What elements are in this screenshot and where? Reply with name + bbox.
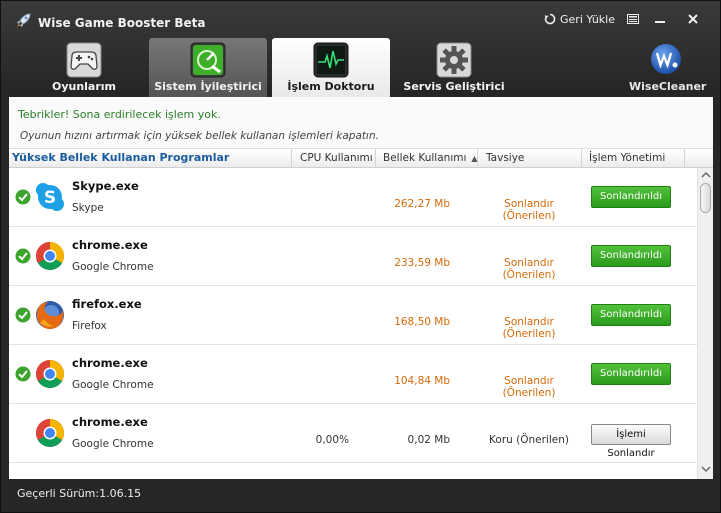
gamepad-icon [66,42,102,78]
svg-text:S: S [44,188,56,208]
process-list: S Skype.exe Skype 262,27 Mb Sonlandır (Ö… [9,168,697,479]
gear-icon [436,42,472,78]
column-memory-label: Bellek Kullanımı [383,152,467,164]
process-name: chrome.exe [72,415,148,429]
rocket-icon [17,13,31,27]
terminated-button[interactable]: Sonlandırıldı [591,363,671,385]
tab-process-doctor-label: İşlem Doktoru [287,80,375,93]
restore-label: Geri Yükle [560,12,615,26]
close-button[interactable] [683,10,703,28]
check-icon [15,307,31,323]
column-separator [684,149,685,168]
restore-icon [544,13,556,25]
tab-system-optimizer-label: Sistem İyileştirici [154,80,262,93]
process-doctor-panel: Tebrikler! Sona erdirilecek işlem yok. O… [9,97,713,479]
advice: Sonlandır (Önerilen) [502,198,556,222]
brand[interactable]: WiseCleaner [629,41,707,95]
scroll-down-icon[interactable] [701,464,711,474]
system-optimizer-icon [190,42,226,78]
menu-button[interactable] [623,10,643,28]
tab-system-optimizer[interactable]: Sistem İyileştirici [149,38,267,97]
process-name: chrome.exe [72,238,148,252]
hint-message: Oyunun hızını artırmak için yüksek belle… [20,130,379,142]
close-icon [688,14,698,24]
heartbeat-monitor-icon [313,42,349,78]
advice: Sonlandır (Önerilen) [502,375,556,399]
table-row[interactable]: chrome.exe Google Chrome 233,59 Mb Sonla… [9,227,697,286]
app-window: Wise Game Booster Beta Geri Yükle Oyunla… [0,0,721,513]
check-icon [15,189,31,205]
tab-service-optimizer[interactable]: Servis Geliştirici [395,38,513,97]
column-action[interactable]: İşlem Yönetimi [589,152,665,164]
chrome-icon [36,360,64,388]
table-row[interactable]: chrome.exe Google Chrome 0,00% 0,02 Mb K… [9,404,697,463]
status-bar: Geçerli Sürüm:1.06.15 [9,483,713,507]
table-row[interactable]: firefox.exe Firefox 168,50 Mb Sonlandır … [9,286,697,345]
column-advice[interactable]: Tavsiye [486,152,524,164]
memory-usage: 233,59 Mb [394,257,450,269]
process-description: Skype [72,202,104,214]
process-name: Skype.exe [72,179,139,193]
tab-service-optimizer-label: Servis Geliştirici [403,80,505,93]
table-row[interactable] [9,463,697,479]
table-row[interactable]: chrome.exe Google Chrome 104,84 Mb Sonla… [9,345,697,404]
process-description: Google Chrome [72,261,154,273]
terminated-button[interactable]: Sonlandırıldı [591,186,671,208]
info-area: Tebrikler! Sona erdirilecek işlem yok. O… [9,97,713,149]
advice: Koru (Önerilen) [489,434,569,446]
title-bar: Wise Game Booster Beta Geri Yükle [1,1,720,37]
table-row[interactable]: S Skype.exe Skype 262,27 Mb Sonlandır (Ö… [9,168,697,227]
advice: Sonlandır (Önerilen) [502,316,556,340]
menu-icon [627,14,639,24]
version-label: Geçerli Sürüm:1.06.15 [17,487,142,500]
column-cpu[interactable]: CPU Kullanımı [300,152,373,164]
tab-games[interactable]: Oyunlarım [25,38,143,97]
scroll-thumb[interactable] [700,183,711,213]
terminated-button[interactable]: Sonlandırıldı [591,304,671,326]
column-separator [581,149,582,168]
chrome-icon [36,419,64,447]
tab-games-label: Oyunlarım [51,80,117,93]
advice: Sonlandır (Önerilen) [502,257,556,281]
column-separator [375,149,376,168]
column-program[interactable]: Yüksek Bellek Kullanan Programlar [12,151,229,164]
process-name: firefox.exe [72,297,142,311]
restore-button[interactable]: Geri Yükle [544,10,615,28]
check-icon [15,366,31,382]
success-message: Tebrikler! Sona erdirilecek işlem yok. [18,108,221,121]
column-memory[interactable]: Bellek Kullanımı ▲ [383,152,478,164]
brand-name: WiseCleaner [629,80,707,93]
minimize-icon [655,21,665,23]
process-description: Google Chrome [72,379,154,391]
wisecleaner-logo-icon [651,44,681,74]
column-separator [477,149,478,168]
skype-icon: S [36,183,64,211]
table-header: Yüksek Bellek Kullanan Programlar CPU Ku… [9,149,713,168]
process-name: chrome.exe [72,356,148,370]
app-title: Wise Game Booster Beta [38,16,206,30]
minimize-button[interactable] [650,10,670,28]
cpu-usage: 0,00% [315,434,349,446]
memory-usage: 262,27 Mb [394,198,450,210]
memory-usage: 104,84 Mb [394,375,450,387]
terminated-button[interactable]: Sonlandırıldı [591,245,671,267]
tab-process-doctor[interactable]: İşlem Doktoru [272,38,390,97]
process-description: Firefox [72,320,107,332]
check-icon [15,248,31,264]
vertical-scrollbar[interactable] [697,168,713,479]
column-separator [291,149,292,168]
memory-usage: 168,50 Mb [394,316,450,328]
scroll-up-icon[interactable] [701,170,711,180]
chrome-icon [36,242,64,270]
memory-usage: 0,02 Mb [407,434,450,446]
end-process-button[interactable]: İşlemi Sonlandır [591,424,671,459]
process-description: Google Chrome [72,438,154,450]
firefox-icon [36,301,64,330]
